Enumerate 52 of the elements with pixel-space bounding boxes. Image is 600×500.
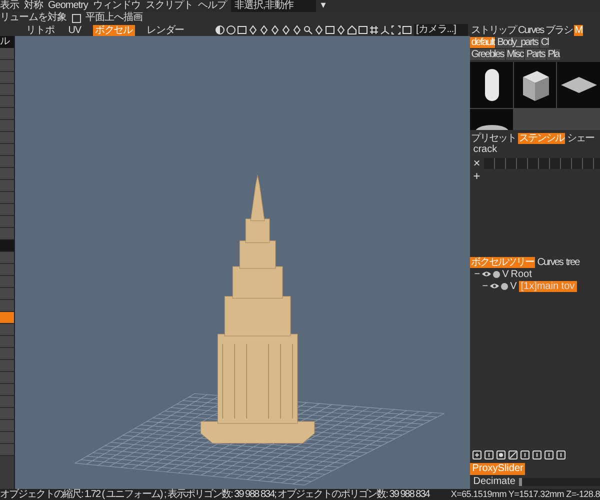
volume-label: リュームを対象 — [0, 12, 66, 24]
tool-button[interactable] — [0, 312, 14, 324]
status-text: オブジェクトの縮尺: 1.72 ( ユニフォーム) ; 表示ポリゴン数: 39 988 834; オブジェクトのポリゴン数: 39 988 834 — [0, 489, 430, 500]
room-tab[interactable]: レンダー — [144, 24, 186, 36]
category-tab[interactable]: Body_parts — [496, 36, 539, 48]
tree-tab[interactable]: Curves — [536, 256, 564, 268]
remove-button[interactable]: × — [470, 157, 484, 169]
checkbox-label: 平面上へ描画 — [86, 12, 142, 24]
stencil-tab[interactable]: プリセット — [470, 132, 518, 144]
collapse-toggle[interactable]: − — [482, 280, 488, 292]
search-icon[interactable] — [303, 25, 313, 35]
category-tab[interactable]: Greebles — [470, 48, 505, 60]
add-button[interactable]: + — [470, 170, 484, 182]
stencil-name: crack — [472, 144, 498, 156]
slash-icon[interactable] — [508, 450, 518, 460]
menu-item[interactable]: 表示 — [0, 0, 19, 12]
cursor-coordinates: X=65.1519mm Y=1517.32mm Z=-128.8 — [450, 489, 600, 500]
decimate-slider[interactable] — [519, 478, 600, 486]
caret-icon[interactable]: ▾ — [320, 0, 326, 12]
menu-item[interactable]: Geometry — [48, 0, 88, 12]
room-tab[interactable]: リトポ — [24, 24, 56, 36]
volume-flag[interactable]: V — [502, 268, 509, 280]
toolbar-header: ル — [0, 36, 14, 48]
category-tab[interactable]: Pla — [546, 48, 560, 60]
camera-field[interactable]: [カメラ...] — [414, 24, 468, 36]
square-icon[interactable] — [237, 25, 247, 35]
grid-icon[interactable] — [369, 25, 379, 35]
category-tab[interactable]: Misc — [506, 48, 524, 60]
eye-icon[interactable] — [490, 283, 500, 289]
collapse-toggle[interactable]: − — [474, 268, 480, 280]
home-icon[interactable] — [347, 25, 357, 35]
axis-icon[interactable] — [380, 25, 390, 35]
category-tab[interactable]: Parts — [525, 48, 546, 60]
panel-tab[interactable]: Curves — [517, 24, 545, 36]
add-icon[interactable] — [472, 450, 482, 460]
room-tab[interactable]: UV — [66, 24, 83, 36]
stencil-tab[interactable]: シェー — [566, 132, 596, 144]
category-tab[interactable]: Cl — [540, 36, 550, 48]
menu-item[interactable]: ウィンドウ — [92, 0, 140, 12]
slider-thumb[interactable] — [519, 478, 522, 486]
tree-tab[interactable]: tree — [564, 256, 580, 268]
circle-icon[interactable] — [496, 450, 506, 460]
volume-flag[interactable]: V — [510, 280, 517, 292]
panel-tab[interactable]: ブラシ — [544, 24, 574, 36]
tree-item[interactable]: Root — [510, 268, 532, 280]
checkbox[interactable] — [72, 14, 80, 22]
eye-icon[interactable] — [482, 271, 492, 277]
mode-dropdown[interactable]: 非選択,非動作 — [231, 0, 316, 12]
decimate-label: Decimate — [472, 476, 516, 488]
corners-icon[interactable] — [391, 25, 401, 35]
frame-icon[interactable] — [325, 25, 335, 35]
contrast-icon[interactable] — [215, 25, 225, 35]
